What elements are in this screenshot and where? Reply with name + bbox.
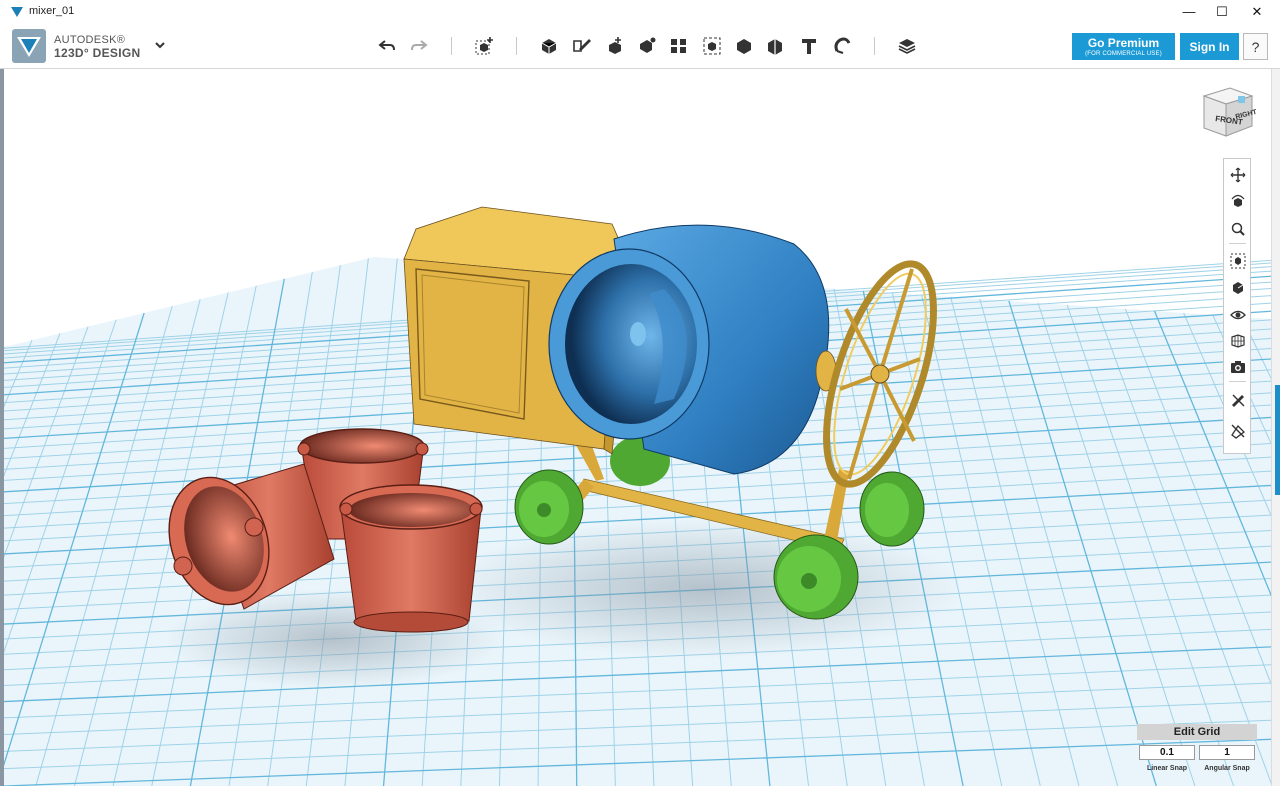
undo-icon[interactable] <box>374 33 400 59</box>
app-logo-icon <box>11 7 23 17</box>
toolbar-separator <box>451 37 452 55</box>
measure-icon[interactable] <box>763 33 789 59</box>
app-menu-logo-icon[interactable] <box>12 29 46 63</box>
window-title-bar: mixer_01 — ☐ ✕ <box>0 0 1280 24</box>
sign-in-button[interactable]: Sign In <box>1180 33 1239 60</box>
angular-snap-input[interactable]: 1 <box>1199 745 1255 760</box>
go-premium-subtitle: (FOR COMMERCIAL USE) <box>1085 51 1162 57</box>
pan-icon[interactable] <box>1228 165 1247 184</box>
orbit-icon[interactable] <box>1228 192 1247 211</box>
snap-icon[interactable] <box>829 33 855 59</box>
main-toolbar: AUTODESK® 123D° DESIGN Go Premium (FOR C… <box>0 23 1280 69</box>
linear-snap-input[interactable]: 0.1 <box>1139 745 1195 760</box>
edit-grid-panel: Edit Grid 0.1 1 Linear Snap Angular Snap <box>1137 724 1257 776</box>
bucket-front[interactable] <box>339 484 483 633</box>
modify-icon[interactable] <box>634 33 660 59</box>
zoom-icon[interactable] <box>1228 219 1247 238</box>
nav-separator <box>1229 381 1246 382</box>
side-scroll-handle[interactable] <box>1275 385 1280 495</box>
go-premium-button[interactable]: Go Premium (FOR COMMERCIAL USE) <box>1072 33 1175 60</box>
design-viewport[interactable] <box>4 69 1271 786</box>
edit-grid-button[interactable]: Edit Grid <box>1137 724 1257 740</box>
maximize-button[interactable]: ☐ <box>1205 0 1239 23</box>
nav-separator <box>1229 243 1246 244</box>
text-icon[interactable] <box>796 33 822 59</box>
hide-sketch-icon[interactable] <box>1228 390 1247 409</box>
brand-product: 123D° DESIGN <box>54 46 141 60</box>
navigation-bar <box>1223 158 1251 454</box>
minimize-button[interactable]: — <box>1172 0 1206 23</box>
wheel-front-right[interactable] <box>773 534 859 620</box>
brand-autodesk: AUTODESK® <box>54 34 126 46</box>
grouping-icon[interactable] <box>699 33 725 59</box>
toolbar-separator <box>516 37 517 55</box>
view-cube[interactable]: FRONT RIGHT <box>1196 82 1256 142</box>
view-icon[interactable] <box>1228 278 1247 297</box>
toolbar-separator <box>874 37 875 55</box>
material-icon[interactable] <box>894 33 920 59</box>
scene-canvas[interactable] <box>4 69 1271 786</box>
construct-icon[interactable] <box>602 33 628 59</box>
angular-snap-label: Angular Snap <box>1204 765 1250 772</box>
fit-icon[interactable] <box>1228 251 1247 270</box>
combine-icon[interactable] <box>731 33 757 59</box>
linear-snap-label: Linear Snap <box>1146 765 1188 772</box>
window-title: mixer_01 <box>29 5 75 17</box>
go-premium-label: Go Premium <box>1087 36 1160 50</box>
snapshot-icon[interactable] <box>1228 357 1247 376</box>
close-button[interactable]: ✕ <box>1240 0 1274 23</box>
visibility-icon[interactable] <box>1228 305 1247 324</box>
redo-icon[interactable] <box>406 33 432 59</box>
wheel-front-left[interactable] <box>514 469 584 545</box>
wheel-back-right[interactable] <box>859 471 925 547</box>
hide-mesh-icon[interactable] <box>1228 421 1247 440</box>
pattern-icon[interactable] <box>666 33 692 59</box>
transform-icon[interactable] <box>471 33 497 59</box>
primitives-icon[interactable] <box>536 33 562 59</box>
materials-outline-icon[interactable] <box>1228 331 1247 350</box>
help-button[interactable]: ? <box>1243 33 1268 60</box>
sketch-icon[interactable] <box>569 33 595 59</box>
chevron-down-icon[interactable] <box>152 37 168 53</box>
